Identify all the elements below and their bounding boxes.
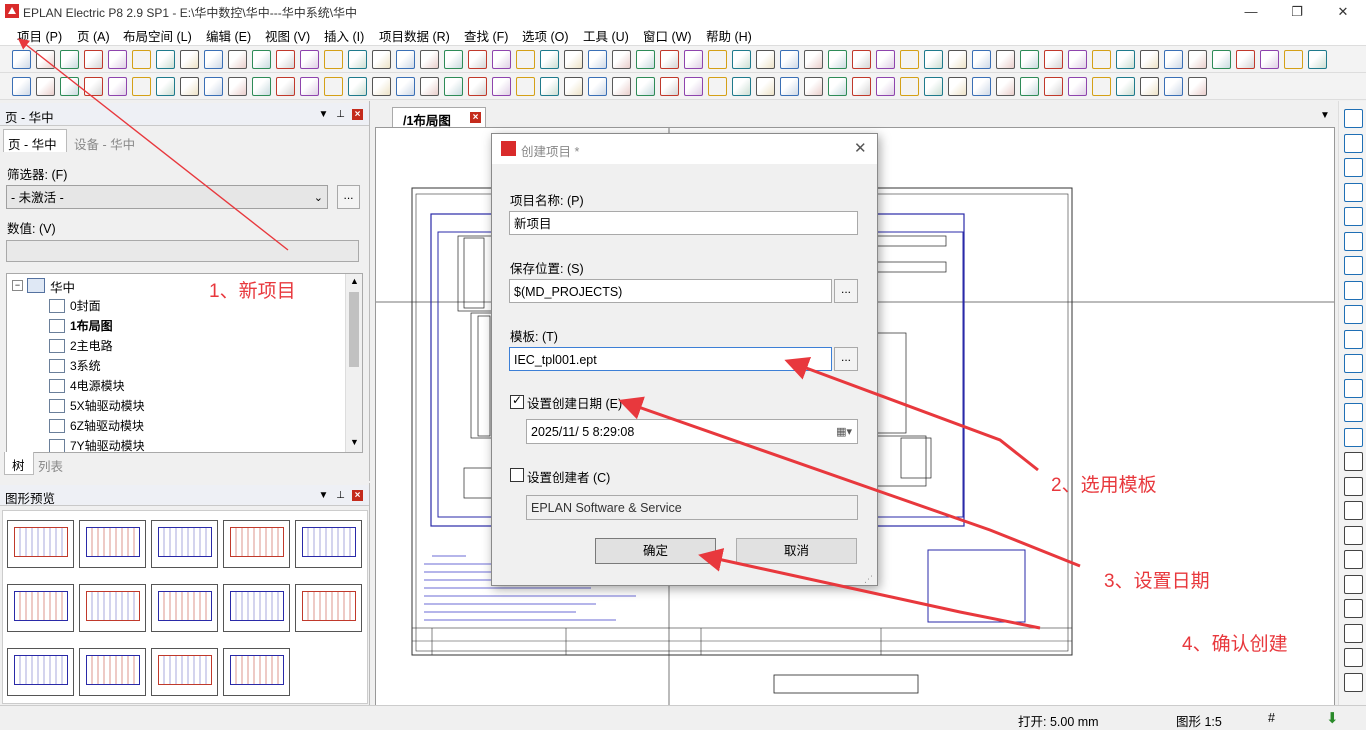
arrow-template: [784, 357, 1039, 472]
annotation-confirm-create: 4、确认创建: [1182, 634, 1288, 655]
annotation-new-project: 1、新项目: [209, 281, 296, 302]
arrow-new-project: [17, 38, 289, 251]
annotation-choose-template: 2、选用模板: [1051, 475, 1157, 496]
arrow-confirm: [698, 548, 1041, 630]
annotation-set-date: 3、设置日期: [1104, 571, 1210, 592]
annotation-overlay: [17, 38, 1081, 630]
arrow-date: [618, 396, 1081, 568]
